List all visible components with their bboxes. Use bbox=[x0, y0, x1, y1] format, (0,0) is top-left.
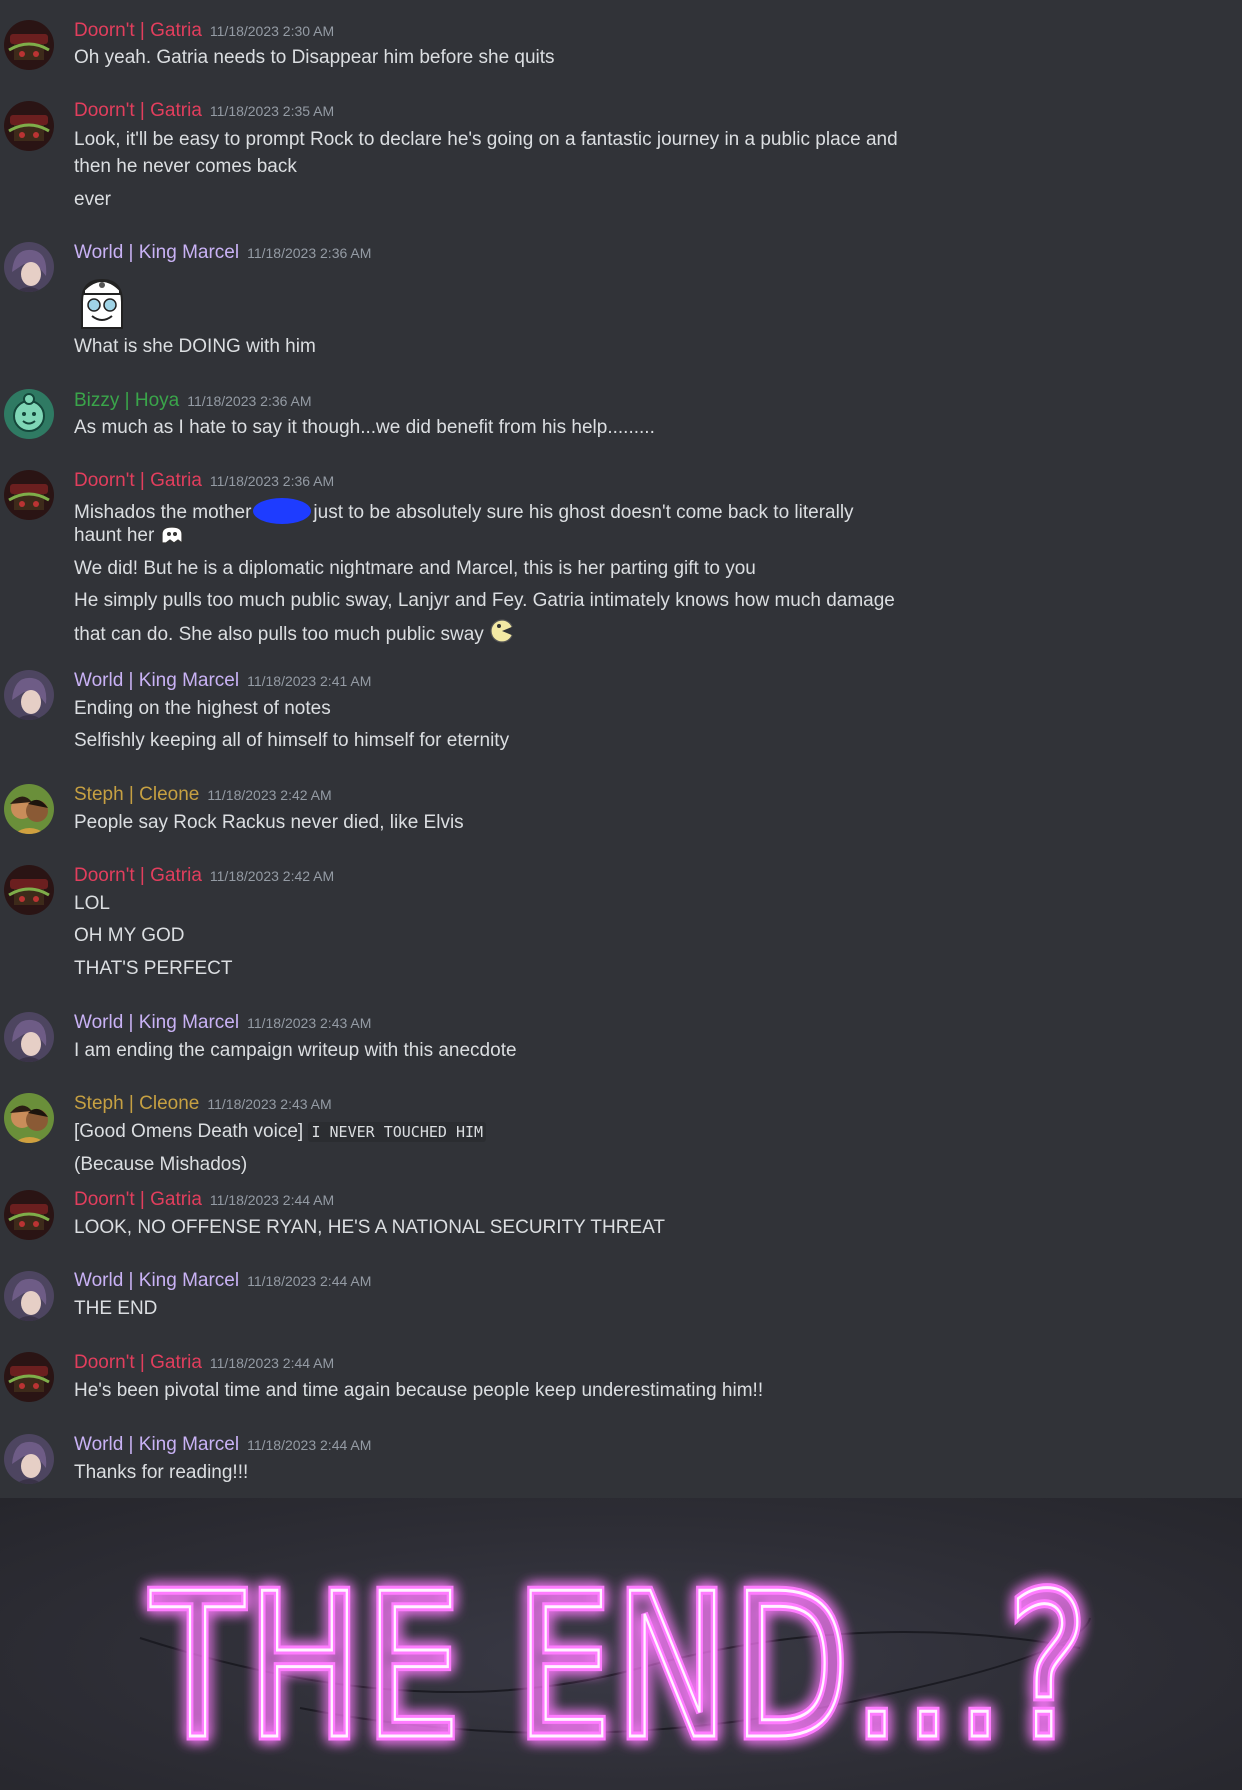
grin-emoji-icon bbox=[489, 618, 515, 650]
message-text: LOOK, NO OFFENSE RYAN, HE'S A NATIONAL S… bbox=[74, 1217, 665, 1238]
gatria-avatar[interactable] bbox=[4, 101, 54, 151]
message-text: Look, it'll be easy to prompt Rock to de… bbox=[74, 129, 898, 150]
message-text: that can do. She also pulls too much pub… bbox=[74, 618, 515, 650]
gatria-avatar[interactable] bbox=[4, 865, 54, 915]
timestamp: 11/18/2023 2:43 AM bbox=[207, 1096, 332, 1112]
marcel-avatar[interactable] bbox=[4, 670, 54, 720]
marcel-avatar[interactable] bbox=[4, 1434, 54, 1484]
message-text: [Good Omens Death voice] I NEVER TOUCHED… bbox=[74, 1121, 487, 1143]
timestamp: 11/18/2023 2:42 AM bbox=[207, 787, 332, 803]
username[interactable]: Doorn't | Gatria bbox=[74, 1352, 202, 1373]
timestamp: 11/18/2023 2:35 AM bbox=[209, 103, 335, 119]
gatria-avatar[interactable] bbox=[4, 20, 54, 70]
username[interactable]: Steph | Cleone bbox=[74, 784, 199, 805]
username[interactable]: World | King Marcel bbox=[74, 670, 239, 691]
chat-log: Doorn't | Gatria 11/18/2023 2:30 AM Oh ye… bbox=[0, 0, 1242, 1498]
message-text: Oh yeah. Gatria needs to Disappear him b… bbox=[74, 47, 555, 68]
timestamp: 11/18/2023 2:43 AM bbox=[247, 1015, 372, 1031]
username[interactable]: Doorn't | Gatria bbox=[74, 470, 202, 491]
message-text: Thanks for reading!!! bbox=[74, 1462, 249, 1483]
timestamp: 11/18/2023 2:44 AM bbox=[209, 1355, 335, 1371]
message-text: THAT'S PERFECT bbox=[74, 958, 233, 979]
username[interactable]: Steph | Cleone bbox=[74, 1093, 199, 1114]
ghost-emoji-icon bbox=[160, 525, 184, 551]
username[interactable]: World | King Marcel bbox=[74, 1434, 239, 1455]
inline-code: I NEVER TOUCHED HIM bbox=[308, 1122, 487, 1142]
username[interactable]: Doorn't | Gatria bbox=[74, 865, 202, 886]
hoya-avatar[interactable] bbox=[4, 389, 54, 439]
marcel-avatar[interactable] bbox=[4, 1271, 54, 1321]
username[interactable]: World | King Marcel bbox=[74, 1012, 239, 1033]
message-text: What is she DOING with him bbox=[74, 336, 316, 357]
the-end-neon-core: THE END...? bbox=[150, 1551, 1091, 1784]
username[interactable]: Bizzy | Hoya bbox=[74, 390, 179, 411]
message-text: OH MY GOD bbox=[74, 925, 185, 946]
gatria-avatar[interactable] bbox=[4, 1352, 54, 1402]
message-text: Ending on the highest of notes bbox=[74, 698, 331, 719]
username[interactable]: World | King Marcel bbox=[74, 1270, 239, 1291]
marcel-avatar[interactable] bbox=[4, 242, 54, 292]
gatria-avatar[interactable] bbox=[4, 470, 54, 520]
message-text: I am ending the campaign writeup with th… bbox=[74, 1040, 517, 1061]
username[interactable]: Doorn't | Gatria bbox=[74, 20, 202, 41]
cleone-avatar[interactable] bbox=[4, 1093, 54, 1143]
timestamp: 11/18/2023 2:36 AM bbox=[247, 245, 372, 261]
cleone-avatar[interactable] bbox=[4, 784, 54, 834]
timestamp: 11/18/2023 2:44 AM bbox=[247, 1437, 372, 1453]
timestamp: 11/18/2023 2:41 AM bbox=[247, 673, 372, 689]
timestamp: 11/18/2023 2:36 AM bbox=[209, 473, 335, 489]
message-text: then he never comes back bbox=[74, 156, 297, 177]
message-text: (Because Mishados) bbox=[74, 1154, 248, 1175]
message-text: LOL bbox=[74, 893, 110, 914]
timestamp: 11/18/2023 2:30 AM bbox=[209, 23, 335, 39]
marcel-avatar[interactable] bbox=[4, 1012, 54, 1062]
message-text: As much as I hate to say it though...we … bbox=[74, 417, 655, 438]
message-text: Mishados the mother just to be absolutely… bbox=[74, 498, 854, 524]
username[interactable]: World | King Marcel bbox=[74, 242, 239, 263]
message-text: ever bbox=[74, 189, 111, 210]
username[interactable]: Doorn't | Gatria bbox=[74, 1189, 202, 1210]
message-text: haunt her bbox=[74, 525, 184, 551]
redaction-scribble bbox=[253, 498, 312, 524]
message-text: THE END bbox=[74, 1298, 158, 1319]
message-text: We did! But he is a diplomatic nightmare… bbox=[74, 558, 756, 579]
timestamp: 11/18/2023 2:36 AM bbox=[187, 393, 312, 409]
timestamp: 11/18/2023 2:44 AM bbox=[209, 1192, 335, 1208]
ghost-sticker-icon[interactable] bbox=[74, 272, 130, 330]
message-text: He's been pivotal time and time again be… bbox=[74, 1380, 764, 1401]
message-text: People say Rock Rackus never died, like … bbox=[74, 812, 464, 833]
message-text: Selfishly keeping all of himself to hims… bbox=[74, 730, 510, 751]
message-text: He simply pulls too much public sway, La… bbox=[74, 590, 895, 611]
username[interactable]: Doorn't | Gatria bbox=[74, 100, 202, 121]
the-end-neon-banner: THE END...? THE END...? bbox=[0, 1498, 1242, 1790]
gatria-avatar[interactable] bbox=[4, 1190, 54, 1240]
timestamp: 11/18/2023 2:44 AM bbox=[247, 1273, 372, 1289]
timestamp: 11/18/2023 2:42 AM bbox=[209, 868, 335, 884]
